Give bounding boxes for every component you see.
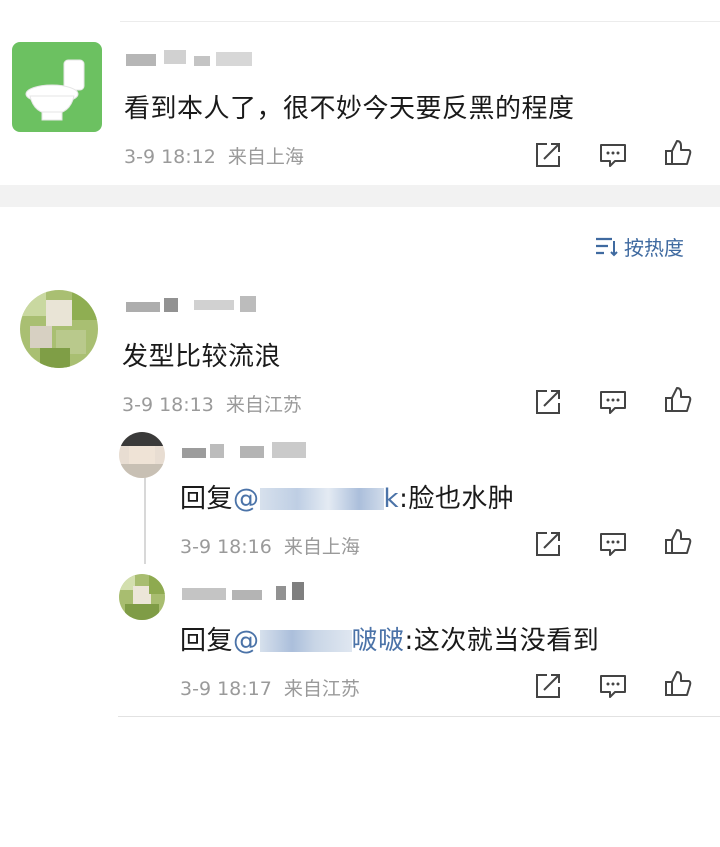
avatar[interactable] bbox=[12, 42, 102, 132]
like-button[interactable] bbox=[663, 138, 693, 168]
reply-button[interactable] bbox=[598, 671, 628, 701]
reply-prefix: 回复 bbox=[180, 484, 234, 514]
reply-button[interactable] bbox=[598, 529, 628, 559]
comment-icon bbox=[600, 391, 626, 414]
timestamp: 3-9 18:12 bbox=[124, 146, 216, 168]
username-blurred[interactable] bbox=[124, 292, 264, 314]
like-icon bbox=[665, 387, 692, 412]
username-blurred[interactable] bbox=[180, 580, 320, 602]
location: 来自上海 bbox=[227, 146, 304, 168]
like-icon bbox=[665, 140, 692, 165]
comment-meta: 3-9 18:13 来自江苏 bbox=[122, 390, 302, 417]
share-icon bbox=[536, 390, 560, 414]
timestamp: 3-9 18:16 bbox=[180, 536, 272, 558]
share-icon bbox=[536, 674, 560, 698]
share-icon bbox=[536, 143, 560, 167]
comment-text: 看到本人了，很不妙今天要反黑的程度 bbox=[124, 94, 575, 124]
share-button[interactable] bbox=[533, 529, 563, 559]
reply-text: 回复@ 啵啵:这次就当没看到 bbox=[180, 626, 600, 656]
location: 来自江苏 bbox=[283, 678, 360, 700]
like-icon bbox=[665, 529, 692, 554]
sort-label: 按热度 bbox=[624, 235, 684, 260]
avatar[interactable] bbox=[119, 574, 165, 620]
mention-blur bbox=[259, 488, 384, 510]
like-icon bbox=[665, 671, 692, 696]
share-icon bbox=[536, 532, 560, 556]
comment-text: 发型比较流浪 bbox=[122, 342, 282, 372]
like-button[interactable] bbox=[663, 669, 693, 699]
avatar[interactable] bbox=[20, 290, 98, 368]
share-button[interactable] bbox=[533, 671, 563, 701]
thread-connector bbox=[144, 474, 146, 564]
mention-link[interactable]: @ 啵啵 bbox=[233, 626, 405, 656]
comment-icon bbox=[600, 675, 626, 698]
comment-icon bbox=[600, 533, 626, 556]
toilet-icon bbox=[12, 42, 102, 132]
username-blurred[interactable] bbox=[180, 438, 312, 460]
blurred-avatar-icon bbox=[20, 290, 98, 368]
reply-meta: 3-9 18:17 来自江苏 bbox=[180, 674, 360, 701]
timestamp: 3-9 18:17 bbox=[180, 678, 272, 700]
top-divider bbox=[120, 21, 720, 22]
location: 来自江苏 bbox=[225, 394, 302, 416]
reply-prefix: 回复 bbox=[180, 626, 234, 656]
bottom-divider bbox=[118, 716, 720, 717]
like-button[interactable] bbox=[663, 385, 693, 415]
reply-text: 回复@ k:脸也水肿 bbox=[180, 484, 515, 514]
blurred-avatar-icon bbox=[119, 432, 165, 478]
timestamp: 3-9 18:13 bbox=[122, 394, 214, 416]
reply-button[interactable] bbox=[598, 387, 628, 417]
share-button[interactable] bbox=[533, 140, 563, 170]
username-blurred[interactable] bbox=[124, 46, 256, 68]
comment-icon bbox=[600, 144, 626, 167]
share-button[interactable] bbox=[533, 387, 563, 417]
mention-blur bbox=[259, 630, 352, 652]
reply-meta: 3-9 18:16 来自上海 bbox=[180, 532, 360, 559]
section-separator bbox=[0, 185, 720, 207]
comment-meta: 3-9 18:12 来自上海 bbox=[124, 142, 304, 169]
sort-icon bbox=[596, 237, 618, 257]
mention-link[interactable]: @ k bbox=[233, 484, 399, 514]
reply-button[interactable] bbox=[598, 140, 628, 170]
like-button[interactable] bbox=[663, 527, 693, 557]
location: 来自上海 bbox=[283, 536, 360, 558]
sort-button[interactable]: 按热度 bbox=[594, 230, 684, 262]
blurred-avatar-icon bbox=[119, 574, 165, 620]
avatar[interactable] bbox=[119, 432, 165, 478]
